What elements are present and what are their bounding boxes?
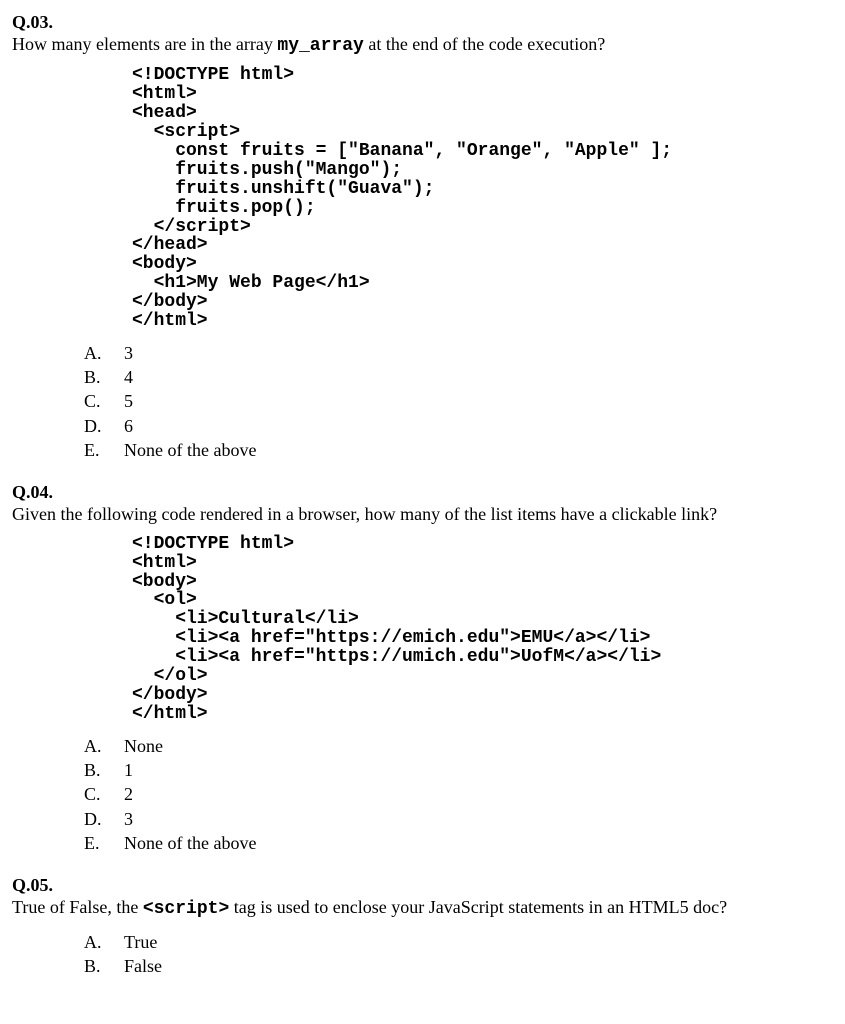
q05-prompt-code: <script> — [143, 899, 229, 919]
option-letter: E. — [84, 438, 124, 462]
q05-options: A. True B. False — [84, 930, 833, 979]
option-text: None of the above — [124, 438, 256, 462]
option-row: C. 5 — [84, 389, 833, 413]
option-letter: B. — [84, 758, 124, 782]
q03-prompt-pre: How many elements are in the array — [12, 34, 277, 54]
option-letter: A. — [84, 930, 124, 954]
option-letter: E. — [84, 831, 124, 855]
option-text: None of the above — [124, 831, 256, 855]
option-letter: C. — [84, 389, 124, 413]
option-row: D. 6 — [84, 414, 833, 438]
question-04: Q.04. Given the following code rendered … — [12, 482, 833, 855]
option-row: D. 3 — [84, 807, 833, 831]
option-letter: A. — [84, 734, 124, 758]
q04-header: Q.04. — [12, 482, 833, 503]
option-text: 1 — [124, 758, 133, 782]
q03-prompt: How many elements are in the array my_ar… — [12, 33, 833, 58]
option-text: True — [124, 930, 157, 954]
option-text: False — [124, 954, 162, 978]
option-text: None — [124, 734, 163, 758]
q05-header: Q.05. — [12, 875, 833, 896]
option-row: E. None of the above — [84, 831, 833, 855]
option-letter: A. — [84, 341, 124, 365]
q03-header: Q.03. — [12, 12, 833, 33]
option-text: 4 — [124, 365, 133, 389]
option-row: A. None — [84, 734, 833, 758]
q05-prompt-post: tag is used to enclose your JavaScript s… — [229, 897, 727, 917]
option-row: A. True — [84, 930, 833, 954]
option-text: 2 — [124, 782, 133, 806]
option-row: C. 2 — [84, 782, 833, 806]
option-text: 5 — [124, 389, 133, 413]
option-letter: B. — [84, 365, 124, 389]
q03-prompt-post: at the end of the code execution? — [364, 34, 605, 54]
question-05: Q.05. True of False, the <script> tag is… — [12, 875, 833, 978]
option-letter: C. — [84, 782, 124, 806]
option-text: 6 — [124, 414, 133, 438]
option-row: B. 1 — [84, 758, 833, 782]
q04-options: A. None B. 1 C. 2 D. 3 E. None of the ab… — [84, 734, 833, 855]
option-row: A. 3 — [84, 341, 833, 365]
option-row: E. None of the above — [84, 438, 833, 462]
q03-prompt-code: my_array — [277, 36, 363, 56]
q05-prompt: True of False, the <script> tag is used … — [12, 896, 833, 921]
q05-prompt-pre: True of False, the — [12, 897, 143, 917]
q04-code-block: <!DOCTYPE html> <html> <body> <ol> <li>C… — [132, 535, 833, 724]
q03-code-block: <!DOCTYPE html> <html> <head> <script> c… — [132, 66, 833, 330]
option-letter: D. — [84, 414, 124, 438]
q03-options: A. 3 B. 4 C. 5 D. 6 E. None of the above — [84, 341, 833, 462]
option-letter: D. — [84, 807, 124, 831]
option-text: 3 — [124, 341, 133, 365]
option-letter: B. — [84, 954, 124, 978]
question-03: Q.03. How many elements are in the array… — [12, 12, 833, 462]
option-text: 3 — [124, 807, 133, 831]
option-row: B. 4 — [84, 365, 833, 389]
q04-prompt: Given the following code rendered in a b… — [12, 503, 833, 526]
option-row: B. False — [84, 954, 833, 978]
